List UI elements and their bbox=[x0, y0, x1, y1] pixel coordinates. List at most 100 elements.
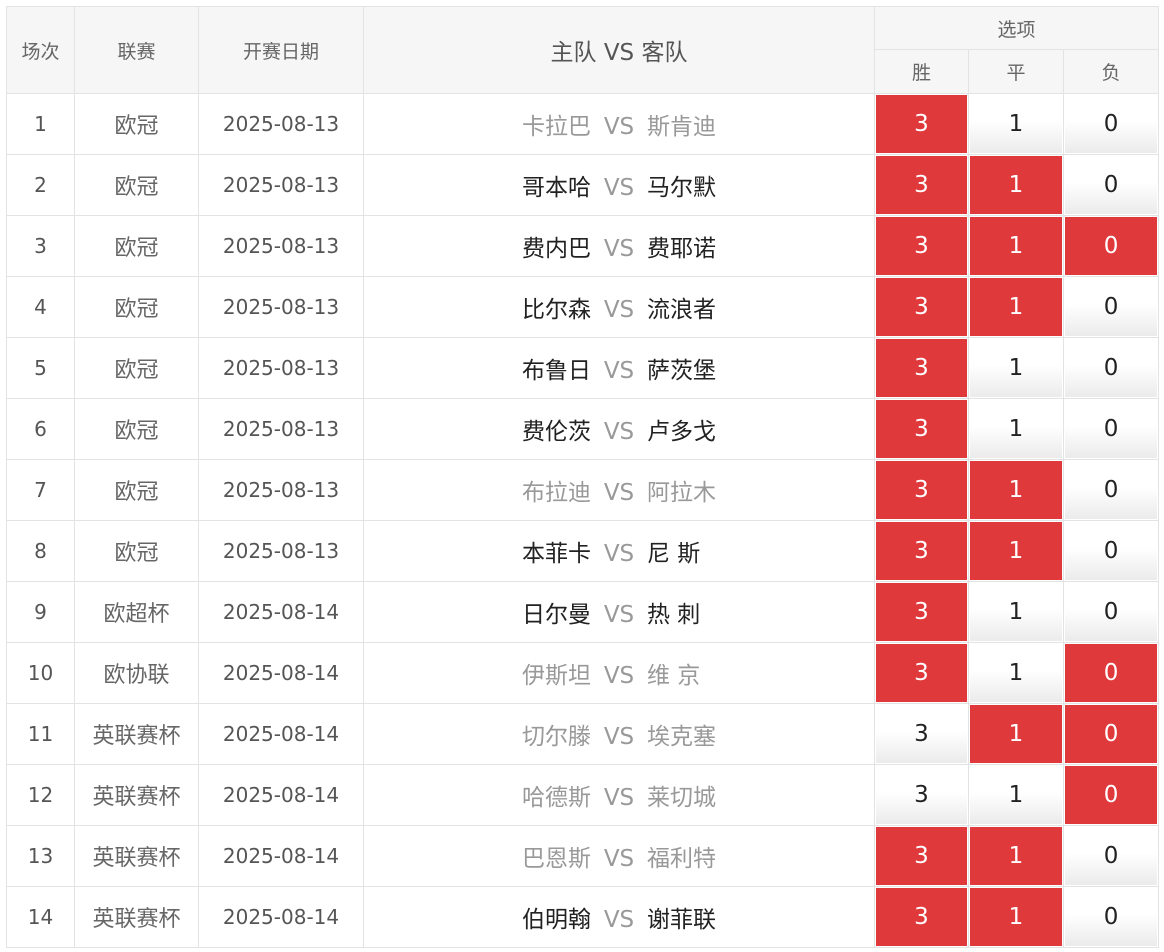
away-team: 尼 斯 bbox=[647, 541, 701, 567]
option-lose-button[interactable]: 0 bbox=[1065, 583, 1158, 641]
option-lose-button[interactable]: 0 bbox=[1065, 644, 1158, 702]
league-name: 欧超杯 bbox=[74, 581, 199, 643]
row-spacer bbox=[1158, 215, 1164, 277]
option-lose-cell: 0 bbox=[1062, 764, 1160, 826]
home-team: 费伦茨 bbox=[522, 419, 591, 445]
option-draw-button[interactable]: 1 bbox=[970, 95, 1062, 153]
round-number: 1 bbox=[6, 93, 75, 155]
lottery-table-container: 场次 联赛 开赛日期 主队 VS 客队 选项 胜 平 负 1 欧冠 2025-08-… bbox=[6, 6, 1164, 952]
row-spacer bbox=[1158, 93, 1164, 155]
round-number: 8 bbox=[6, 520, 75, 582]
away-team: 马尔默 bbox=[647, 175, 716, 201]
option-win-button[interactable]: 3 bbox=[876, 522, 967, 580]
vs-label: VS bbox=[603, 114, 635, 140]
option-lose-button[interactable]: 0 bbox=[1065, 156, 1158, 214]
league-name: 英联赛杯 bbox=[74, 764, 199, 826]
option-win-cell: 3 bbox=[874, 215, 969, 277]
option-lose-button[interactable]: 0 bbox=[1065, 827, 1158, 885]
row-spacer bbox=[1158, 276, 1164, 338]
option-draw-button[interactable]: 1 bbox=[970, 217, 1062, 275]
league-name: 欧协联 bbox=[74, 642, 199, 704]
option-draw-button[interactable]: 1 bbox=[970, 644, 1062, 702]
match-teams: 伊斯坦 VS 维 京 bbox=[363, 642, 875, 704]
option-lose-button[interactable]: 0 bbox=[1065, 400, 1158, 458]
option-win-button[interactable]: 3 bbox=[876, 217, 967, 275]
option-draw-cell: 1 bbox=[968, 520, 1064, 582]
option-win-cell: 3 bbox=[874, 642, 969, 704]
option-draw-button[interactable]: 1 bbox=[970, 583, 1062, 641]
option-lose-button[interactable]: 0 bbox=[1065, 888, 1158, 946]
match-teams: 日尔曼 VS 热 刺 bbox=[363, 581, 875, 643]
option-win-button[interactable]: 3 bbox=[876, 705, 967, 763]
option-draw-cell: 1 bbox=[968, 154, 1064, 216]
option-win-button[interactable]: 3 bbox=[876, 766, 967, 824]
option-draw-cell: 1 bbox=[968, 459, 1064, 521]
option-lose-button[interactable]: 0 bbox=[1065, 522, 1158, 580]
header-match: 主队 VS 客队 bbox=[363, 6, 875, 94]
option-lose-cell: 0 bbox=[1062, 886, 1160, 948]
option-win-button[interactable]: 3 bbox=[876, 95, 967, 153]
home-team: 哥本哈 bbox=[522, 175, 591, 201]
option-win-button[interactable]: 3 bbox=[876, 888, 967, 946]
option-draw-cell: 1 bbox=[968, 642, 1064, 704]
match-date: 2025-08-14 bbox=[198, 825, 364, 887]
option-lose-button[interactable]: 0 bbox=[1065, 766, 1158, 824]
option-win-cell: 3 bbox=[874, 520, 969, 582]
option-win-button[interactable]: 3 bbox=[876, 644, 967, 702]
option-lose-button[interactable]: 0 bbox=[1065, 339, 1158, 397]
option-draw-button[interactable]: 1 bbox=[970, 827, 1062, 885]
option-win-button[interactable]: 3 bbox=[876, 583, 967, 641]
header-league: 联赛 bbox=[74, 6, 199, 94]
option-win-cell: 3 bbox=[874, 764, 969, 826]
option-lose-cell: 0 bbox=[1062, 398, 1160, 460]
option-lose-button[interactable]: 0 bbox=[1065, 217, 1158, 275]
option-win-button[interactable]: 3 bbox=[876, 339, 967, 397]
option-draw-button[interactable]: 1 bbox=[970, 766, 1062, 824]
option-lose-cell: 0 bbox=[1062, 642, 1160, 704]
round-number: 10 bbox=[6, 642, 75, 704]
option-win-button[interactable]: 3 bbox=[876, 461, 967, 519]
option-win-button[interactable]: 3 bbox=[876, 400, 967, 458]
option-draw-button[interactable]: 1 bbox=[970, 339, 1062, 397]
vs-label: VS bbox=[603, 297, 635, 323]
option-lose-button[interactable]: 0 bbox=[1065, 278, 1158, 336]
option-draw-button[interactable]: 1 bbox=[970, 705, 1062, 763]
league-name: 欧冠 bbox=[74, 459, 199, 521]
option-lose-button[interactable]: 0 bbox=[1065, 461, 1158, 519]
round-number: 6 bbox=[6, 398, 75, 460]
round-number: 3 bbox=[6, 215, 75, 277]
match-date: 2025-08-13 bbox=[198, 459, 364, 521]
option-lose-cell: 0 bbox=[1062, 215, 1160, 277]
away-team: 阿拉木 bbox=[647, 480, 716, 506]
option-draw-cell: 1 bbox=[968, 764, 1064, 826]
vs-label: VS bbox=[603, 724, 635, 750]
table-row: 8 欧冠 2025-08-13 本菲卡 VS 尼 斯 310 bbox=[6, 520, 1164, 582]
option-lose-button[interactable]: 0 bbox=[1065, 95, 1158, 153]
option-draw-button[interactable]: 1 bbox=[970, 156, 1062, 214]
option-lose-button[interactable]: 0 bbox=[1065, 705, 1158, 763]
league-name: 欧冠 bbox=[74, 276, 199, 338]
option-draw-button[interactable]: 1 bbox=[970, 522, 1062, 580]
option-win-button[interactable]: 3 bbox=[876, 278, 967, 336]
option-win-cell: 3 bbox=[874, 93, 969, 155]
vs-label: VS bbox=[603, 663, 635, 689]
row-spacer bbox=[1158, 154, 1164, 216]
match-date: 2025-08-14 bbox=[198, 581, 364, 643]
league-name: 欧冠 bbox=[74, 215, 199, 277]
round-number: 12 bbox=[6, 764, 75, 826]
option-draw-button[interactable]: 1 bbox=[970, 278, 1062, 336]
round-number: 11 bbox=[6, 703, 75, 765]
match-teams: 哈德斯 VS 莱切城 bbox=[363, 764, 875, 826]
match-date: 2025-08-13 bbox=[198, 215, 364, 277]
option-draw-button[interactable]: 1 bbox=[970, 400, 1062, 458]
option-win-button[interactable]: 3 bbox=[876, 827, 967, 885]
match-teams: 费伦茨 VS 卢多戈 bbox=[363, 398, 875, 460]
option-draw-cell: 1 bbox=[968, 581, 1064, 643]
option-draw-button[interactable]: 1 bbox=[970, 888, 1062, 946]
option-draw-button[interactable]: 1 bbox=[970, 461, 1062, 519]
match-teams: 伯明翰 VS 谢菲联 bbox=[363, 886, 875, 948]
vs-label: VS bbox=[603, 541, 635, 567]
row-spacer bbox=[1158, 459, 1164, 521]
option-win-button[interactable]: 3 bbox=[876, 156, 967, 214]
row-spacer bbox=[1158, 337, 1164, 399]
